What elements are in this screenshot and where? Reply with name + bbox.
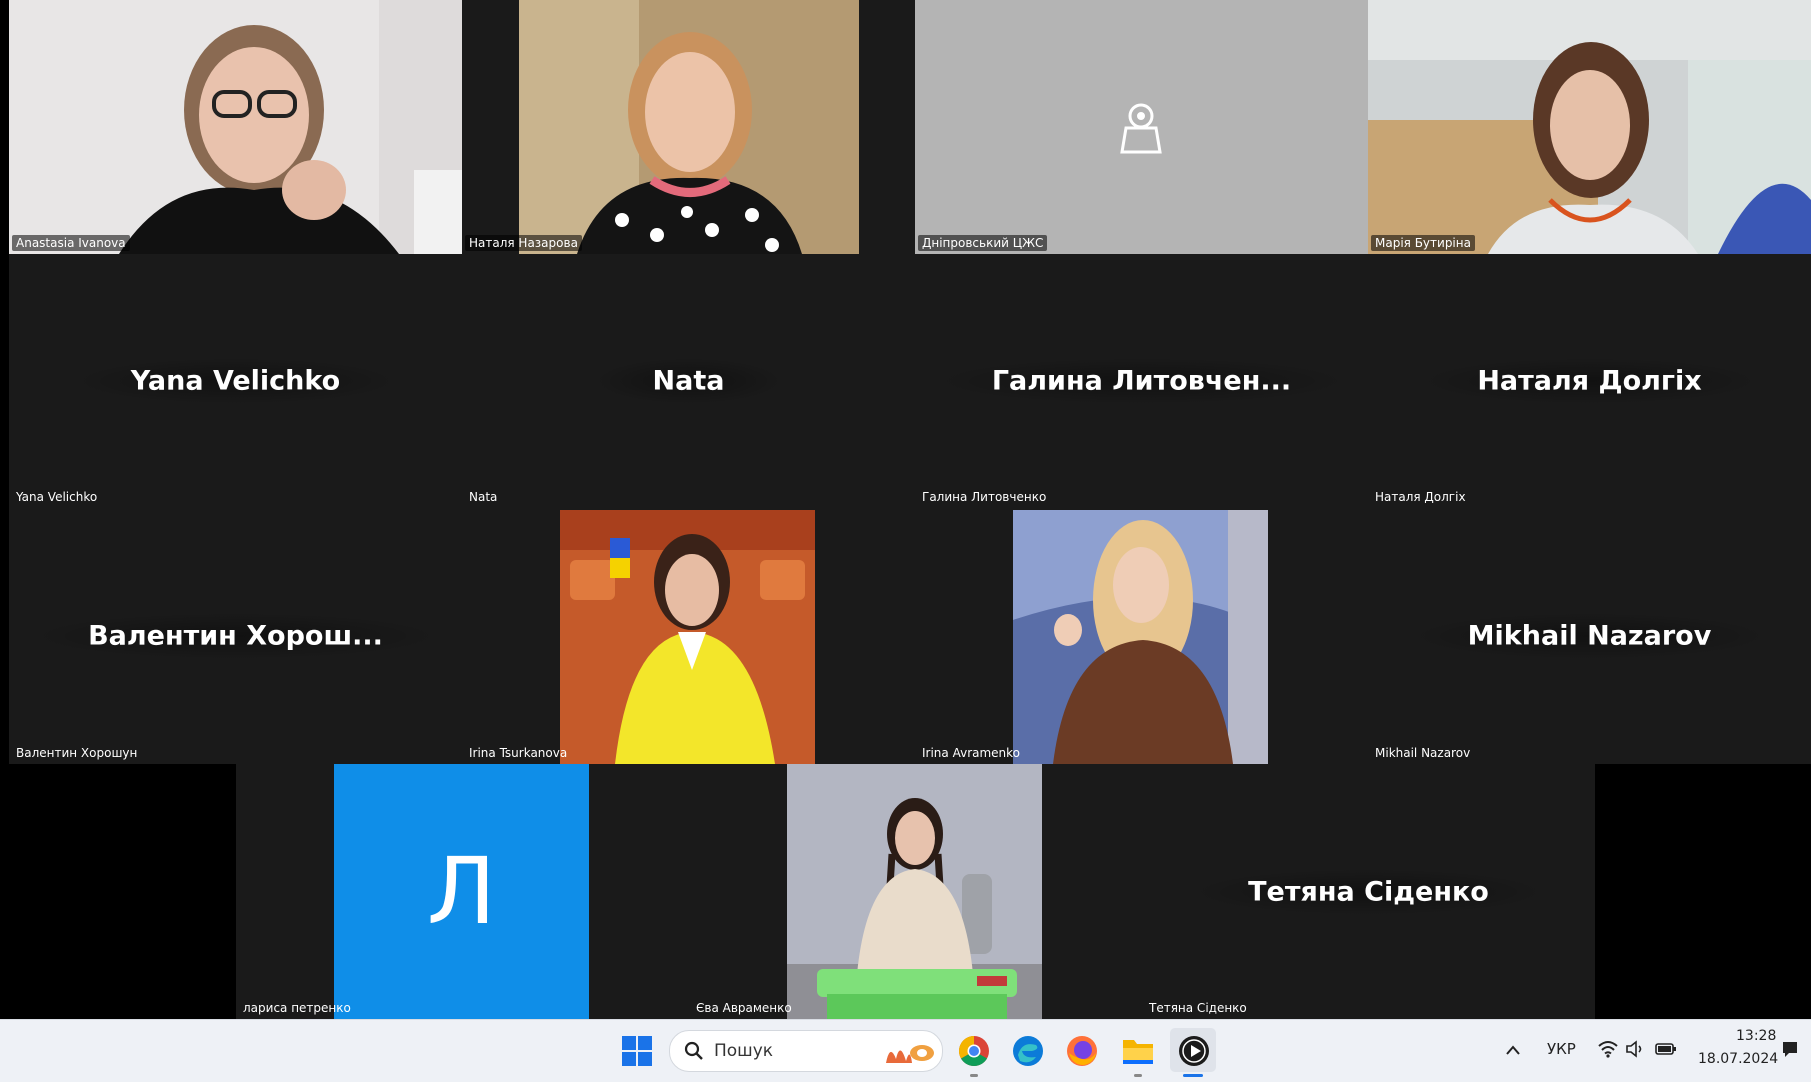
video-tile-valentyn[interactable]: Валентин Хорош... Валентин Хорошун [9,508,462,764]
participant-name-tag: Nata [469,490,498,504]
participant-name-tag: Yana Velichko [16,490,98,504]
video-tile-tetiana[interactable]: Тетяна Сіденко Тетяна Сіденко [1142,764,1595,1019]
running-indicator [1134,1074,1142,1077]
avatar-letter: Л [426,838,497,945]
wifi-icon[interactable] [1597,1040,1619,1058]
volume-icon[interactable] [1625,1040,1645,1058]
participant-display-name: Галина Литовчен... [931,357,1352,405]
search-highlight-icon [886,1045,934,1063]
avatar: Л [334,764,589,1019]
chevron-up-icon[interactable] [1505,1044,1521,1056]
participant-display-name: Yana Velichko [70,357,401,405]
windows-start-icon[interactable] [622,1036,652,1066]
participant-name-tag: Anastasia Ivanova [12,235,130,251]
video-tile-yana[interactable]: Yana Velichko Yana Velichko [9,254,462,508]
video-tile-eva[interactable]: Єва Авраменко [689,764,1142,1019]
participant-display-name: Тетяна Сіденко [1188,868,1549,915]
video-tile-maria[interactable]: Марія Бутиріна [1368,0,1811,254]
participant-name-tag: Irina Tsurkanova [469,746,568,760]
firefox-icon[interactable] [1066,1035,1098,1067]
participant-name-tag: Валентин Хорошун [16,746,138,760]
camera-off-icon [1120,103,1162,154]
participant-name-tag: Марія Бутиріна [1371,235,1475,251]
participant-name-tag: Єва Авраменко [696,1001,792,1015]
participant-display-name: Nata [592,357,785,405]
search-placeholder: Пошук [714,1041,774,1061]
participant-display-name: Mikhail Nazarov [1407,612,1772,660]
video-tile-natalia-dolgikh[interactable]: Наталя Долгіх Наталя Долгіх [1368,254,1811,508]
search-icon [684,1041,703,1060]
participant-name-tag: Тетяна Сіденко [1149,1001,1247,1015]
video-tile-anastasia[interactable]: Anastasia Ivanova [9,0,462,254]
participant-name-tag: лариса петренко [243,1001,351,1015]
video-tile-dnipro[interactable]: Дніпровський ЦЖС [915,0,1368,254]
participant-display-name: Наталя Долгіх [1417,357,1762,405]
file-explorer-icon[interactable] [1122,1036,1154,1066]
video-app-icon[interactable] [1178,1035,1210,1067]
video-tile-halyna[interactable]: Галина Литовчен... Галина Литовченко [915,254,1368,508]
video-tile-irina-tsurkanova[interactable]: Irina Tsurkanova [462,508,915,764]
notifications-icon[interactable] [1780,1040,1800,1060]
battery-icon[interactable] [1654,1040,1678,1058]
participant-name-tag: Irina Avramenko [922,746,1021,760]
clock-date[interactable]: 18.07.2024 [1698,1051,1778,1067]
participant-video [9,0,462,254]
video-tile-larysa[interactable]: Л лариса петренко [236,764,689,1019]
participant-name-tag: Наталя Долгіх [1375,490,1466,504]
profile-photo [560,510,815,764]
edge-icon[interactable] [1012,1035,1044,1067]
participant-name-tag: Mikhail Nazarov [1375,746,1471,760]
video-tile-nata[interactable]: Nata Nata [462,254,915,508]
video-tile-irina-avramenko[interactable]: Irina Avramenko [915,508,1368,764]
taskbar-search-input[interactable]: Пошук [669,1030,943,1072]
video-tile-natalia-nazarova[interactable]: Наталя Назарова [462,0,915,254]
profile-photo [787,764,1042,1019]
participant-name-tag: Наталя Назарова [465,235,582,251]
participant-name-tag: Дніпровський ЦЖС [918,235,1048,251]
participant-display-name: Валентин Хорош... [28,612,443,660]
participant-name-tag: Галина Литовченко [922,490,1047,504]
participant-video [462,0,915,254]
language-indicator[interactable]: УКР [1547,1040,1576,1058]
chrome-icon[interactable] [958,1035,990,1067]
clock-time[interactable]: 13:28 [1736,1028,1776,1044]
video-tile-mikhail[interactable]: Mikhail Nazarov Mikhail Nazarov [1368,508,1811,764]
taskbar: Пошук УКР 13:28 18.07.2024 [0,1019,1811,1082]
active-indicator [1183,1074,1203,1077]
running-indicator [970,1074,978,1077]
profile-photo [1013,510,1268,764]
participant-video [1368,0,1811,254]
